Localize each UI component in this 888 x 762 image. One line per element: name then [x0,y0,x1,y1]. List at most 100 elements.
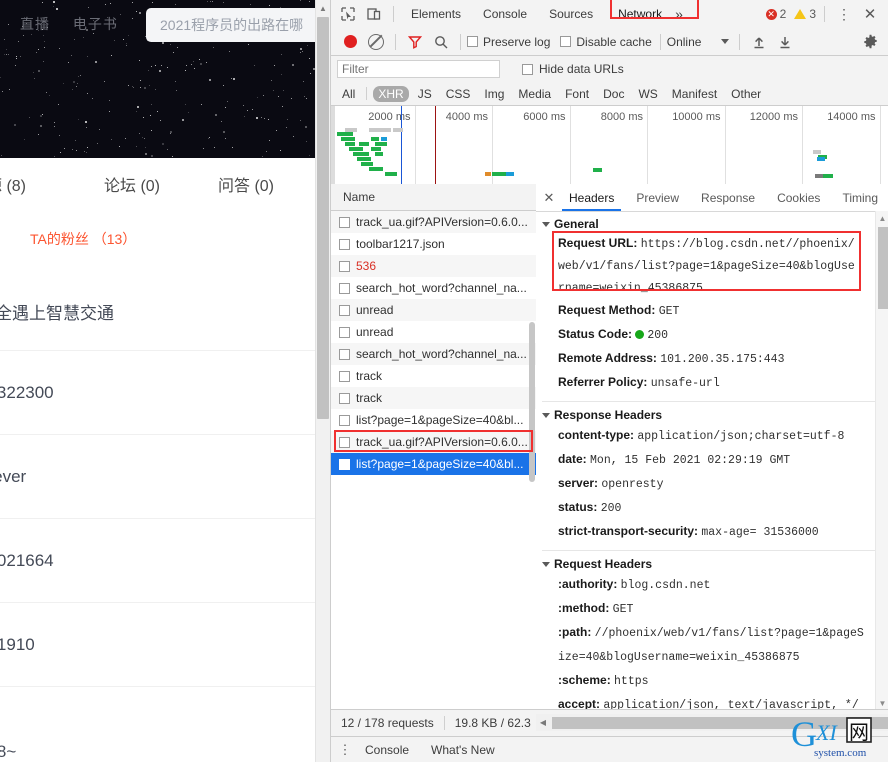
disable-cache-checkbox[interactable] [560,36,571,47]
type-filter-font[interactable]: Font [560,86,594,102]
hide-data-urls-checkbox[interactable] [522,64,533,75]
details-scrollbar-thumb[interactable] [878,227,888,309]
more-panels-icon[interactable]: » [673,1,699,27]
request-row[interactable]: list?page=1&pageSize=40&bl... [331,409,536,431]
details-scroll-down-icon[interactable]: ▼ [876,696,888,710]
list-item[interactable]: orever [0,435,316,519]
detail-tab-response[interactable]: Response [690,185,766,211]
close-icon[interactable]: ✕ [857,1,883,27]
list-item[interactable]: 55322300 [0,351,316,435]
fans-count-link[interactable]: TA的粉丝 （13） [30,229,136,249]
request-row[interactable]: unread [331,299,536,321]
request-row[interactable]: search_hot_word?channel_na... [331,277,536,299]
drawer-tab-whats-new[interactable]: What's New [421,743,505,757]
type-filter-all[interactable]: All [337,86,360,102]
request-row-checkbox[interactable] [339,261,350,272]
tab-console[interactable]: Console [472,1,538,27]
request-row[interactable]: 536 [331,255,536,277]
devtools-menu-icon[interactable]: ⋮ [831,1,857,27]
details-scrollbar[interactable]: ▲ ▼ [875,211,888,710]
list-item[interactable]: 231910 [0,603,316,687]
preserve-log-checkbox[interactable] [467,36,478,47]
nav-item-ebook[interactable]: 电子书 [73,16,118,32]
device-toolbar-icon[interactable] [361,1,387,27]
drawer-tab-console[interactable]: Console [355,743,419,757]
record-button[interactable] [337,29,363,55]
page-scrollbar-thumb[interactable] [317,17,329,419]
section-response-headers[interactable]: Response Headers [542,408,888,422]
section-request-headers[interactable]: Request Headers [542,557,888,571]
search-input[interactable]: 2021程序员的出路在哪 [146,8,316,42]
search-icon[interactable] [428,29,454,55]
column-header-name[interactable]: Name [331,184,536,211]
list-item[interactable]: 088~ [0,687,316,762]
details-scroll-up-icon[interactable]: ▲ [876,211,888,225]
chevron-down-icon[interactable] [721,39,729,44]
type-filter-xhr[interactable]: XHR [373,86,408,102]
filter-icon[interactable] [402,29,428,55]
detail-tab-timing[interactable]: Timing [831,185,888,211]
scroll-up-arrow-icon[interactable]: ▲ [316,0,330,16]
request-row-checkbox[interactable] [339,305,350,316]
type-filter-ws[interactable]: WS [633,86,662,102]
close-details-icon[interactable]: ✕ [540,190,558,206]
request-row[interactable]: track [331,365,536,387]
request-row[interactable]: track_ua.gif?APIVersion=0.6.0... [331,211,536,233]
request-row-checkbox[interactable] [339,327,350,338]
list-item[interactable]: 55021664 [0,519,316,603]
request-row-checkbox[interactable] [339,217,350,228]
request-row[interactable]: track_ua.gif?APIVersion=0.6.0... [331,431,536,453]
network-request-list[interactable]: Name track_ua.gif?APIVersion=0.6.0...too… [331,184,537,710]
gear-icon[interactable] [857,29,883,55]
disclosure-triangle-icon[interactable] [542,413,550,418]
request-row-checkbox[interactable] [339,239,350,250]
request-row-checkbox[interactable] [339,371,350,382]
type-filter-manifest[interactable]: Manifest [667,86,722,102]
disclosure-triangle-icon[interactable] [542,222,550,227]
throttling-select[interactable]: Online [667,35,702,49]
detail-tab-cookies[interactable]: Cookies [766,185,831,211]
tab-resources[interactable]: 资源 (8) [0,172,26,196]
network-overview-timeline[interactable]: 2000 ms4000 ms6000 ms8000 ms10000 ms1200… [331,106,888,185]
request-row[interactable]: unread [331,321,536,343]
type-filter-img[interactable]: Img [479,86,509,102]
section-general[interactable]: General [542,217,888,231]
request-list-scrollbar[interactable] [528,210,536,710]
clear-button[interactable] [363,29,389,55]
export-har-icon[interactable] [772,29,798,55]
type-filter-doc[interactable]: Doc [598,86,629,102]
type-filter-js[interactable]: JS [413,86,437,102]
tab-network[interactable]: Network [604,1,673,27]
horizontal-scrollbar[interactable]: ◀ [536,714,888,731]
request-row-checkbox[interactable] [339,349,350,360]
request-row-checkbox[interactable] [339,459,350,470]
request-row[interactable]: track [331,387,536,409]
tab-elements[interactable]: Elements [400,1,472,27]
inspect-element-icon[interactable] [335,1,361,27]
type-filter-media[interactable]: Media [513,86,556,102]
import-har-icon[interactable] [746,29,772,55]
filter-input[interactable] [337,60,500,78]
tab-qa[interactable]: 问答 (0) [218,172,274,196]
request-row-checkbox[interactable] [339,415,350,426]
tab-sources[interactable]: Sources [538,1,604,27]
hscroll-left-arrow-icon[interactable]: ◀ [536,718,550,727]
detail-tab-preview[interactable]: Preview [625,185,690,211]
request-row[interactable]: search_hot_word?channel_na... [331,343,536,365]
request-row-checkbox[interactable] [339,283,350,294]
type-filter-other[interactable]: Other [726,86,766,102]
warning-count-badge[interactable]: 3 [794,7,816,21]
request-row[interactable]: toolbar1217.json [331,233,536,255]
horizontal-scrollbar-thumb[interactable] [552,717,888,729]
tab-forum[interactable]: 论坛 (0) [104,172,160,196]
disclosure-triangle-icon[interactable] [542,562,550,567]
type-filter-css[interactable]: CSS [441,86,476,102]
request-row-checkbox[interactable] [339,437,350,448]
error-count-badge[interactable]: ✕ 2 [766,7,787,21]
drawer-menu-icon[interactable]: ⋮ [337,746,353,754]
detail-tab-headers[interactable]: Headers [558,185,625,211]
request-row[interactable]: list?page=1&pageSize=40&bl... [331,453,536,475]
request-list-scrollbar-thumb[interactable] [529,322,535,482]
nav-item-live[interactable]: 直播 [20,16,50,32]
page-scrollbar[interactable]: ▲ [315,0,330,762]
